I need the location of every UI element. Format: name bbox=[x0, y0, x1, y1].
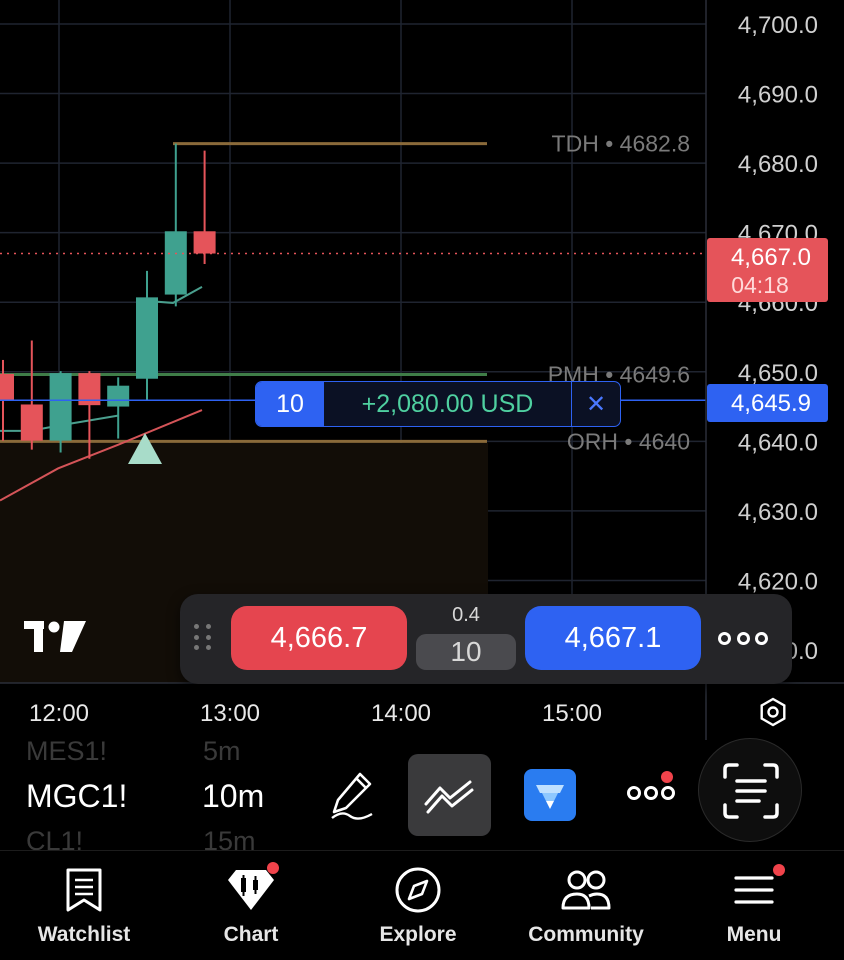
indicators-icon bbox=[424, 780, 474, 814]
time-tick-label: 13:00 bbox=[200, 700, 260, 727]
tab-label: Watchlist bbox=[37, 923, 131, 946]
indicators-button[interactable] bbox=[408, 754, 491, 836]
drawing-pen-icon[interactable] bbox=[328, 770, 376, 820]
time-tick-label: 15:00 bbox=[542, 700, 602, 727]
last-price-label: 4,667.0 04:18 bbox=[707, 238, 828, 302]
price-tick-label: 4,650.0 bbox=[738, 360, 818, 387]
notification-dot bbox=[661, 771, 673, 783]
level-label: ORH • 4640 bbox=[567, 428, 690, 454]
time-tick-label: 12:00 bbox=[29, 700, 89, 727]
position-qty: 10 bbox=[256, 382, 324, 426]
position-pill[interactable]: 10 +2,080.00 USD ✕ bbox=[255, 381, 621, 427]
svg-text:4,645.9: 4,645.9 bbox=[731, 390, 811, 417]
pine-logo-icon[interactable] bbox=[524, 769, 576, 821]
tab-explore[interactable]: Explore bbox=[334, 851, 502, 960]
interval-selector[interactable]: 10m bbox=[202, 778, 264, 815]
candles bbox=[0, 143, 216, 459]
drag-handle-icon[interactable] bbox=[194, 624, 214, 652]
quantity-field[interactable]: 10 bbox=[416, 634, 516, 670]
price-tick-label: 4,620.0 bbox=[738, 568, 818, 595]
price-tick-label: 4,700.0 bbox=[738, 12, 818, 39]
sell-button[interactable]: 4,666.7 bbox=[231, 606, 407, 670]
tab-label: Menu bbox=[726, 923, 782, 946]
level-label: TDH • 4682.8 bbox=[552, 131, 690, 157]
price-tick-label: 4,680.0 bbox=[738, 151, 818, 178]
candle-body bbox=[20, 404, 43, 441]
tab-chart[interactable]: Chart bbox=[167, 851, 335, 960]
price-tick-label: 4,640.0 bbox=[738, 429, 818, 456]
compass-icon bbox=[395, 867, 441, 913]
symbol-selector[interactable]: MGC1! bbox=[26, 778, 127, 815]
tab-label: Community bbox=[528, 923, 644, 946]
svg-text:04:18: 04:18 bbox=[731, 272, 789, 298]
settings-hex-icon[interactable] bbox=[760, 697, 786, 727]
more-options-icon[interactable] bbox=[718, 626, 768, 650]
candle-body bbox=[107, 385, 130, 407]
hamburger-icon bbox=[734, 876, 774, 904]
tab-watchlist[interactable]: Watchlist bbox=[0, 851, 168, 960]
time-axis[interactable]: 12:00 13:00 14:00 15:00 bbox=[29, 700, 602, 727]
interval-prev: 5m bbox=[203, 736, 241, 766]
bookmark-icon bbox=[66, 868, 102, 912]
chart-toolbar: MES1! MGC1! CL1! 5m 10m 15m bbox=[0, 736, 844, 856]
scan-button[interactable] bbox=[698, 738, 802, 842]
candle-body bbox=[49, 373, 72, 441]
candle-body bbox=[193, 231, 216, 254]
tab-community[interactable]: Community bbox=[502, 851, 670, 960]
candle-body bbox=[164, 231, 187, 295]
tab-menu[interactable]: Menu bbox=[670, 851, 838, 960]
symbol-prev: MES1! bbox=[26, 736, 108, 766]
order-panel[interactable]: 4,666.7 0.4 10 4,667.1 bbox=[180, 594, 792, 684]
candle-body bbox=[0, 373, 14, 401]
notification-dot bbox=[267, 862, 279, 874]
price-tick-label: 4,690.0 bbox=[738, 82, 818, 109]
svg-text:4,667.0: 4,667.0 bbox=[731, 244, 811, 271]
price-axis[interactable]: 4,700.04,690.04,680.04,670.04,660.04,650… bbox=[738, 12, 818, 665]
spread-value: 0.4 bbox=[452, 604, 480, 626]
people-icon bbox=[561, 870, 611, 910]
notification-dot bbox=[773, 864, 785, 876]
close-position-icon[interactable]: ✕ bbox=[572, 382, 620, 426]
scan-text-icon bbox=[723, 763, 779, 819]
bottom-tab-bar: Watchlist Chart Explore Community Menu bbox=[0, 850, 844, 960]
price-tick-label: 4,630.0 bbox=[738, 499, 818, 526]
tab-label: Chart bbox=[223, 923, 279, 946]
position-pnl: +2,080.00 USD bbox=[324, 382, 572, 426]
candle-body bbox=[136, 297, 158, 379]
position-price-label: 4,645.9 bbox=[707, 384, 828, 422]
buy-button[interactable]: 4,667.1 bbox=[525, 606, 701, 670]
toolbar-more-icon[interactable] bbox=[627, 786, 675, 802]
time-tick-label: 14:00 bbox=[371, 700, 431, 727]
tab-label: Explore bbox=[379, 923, 457, 946]
